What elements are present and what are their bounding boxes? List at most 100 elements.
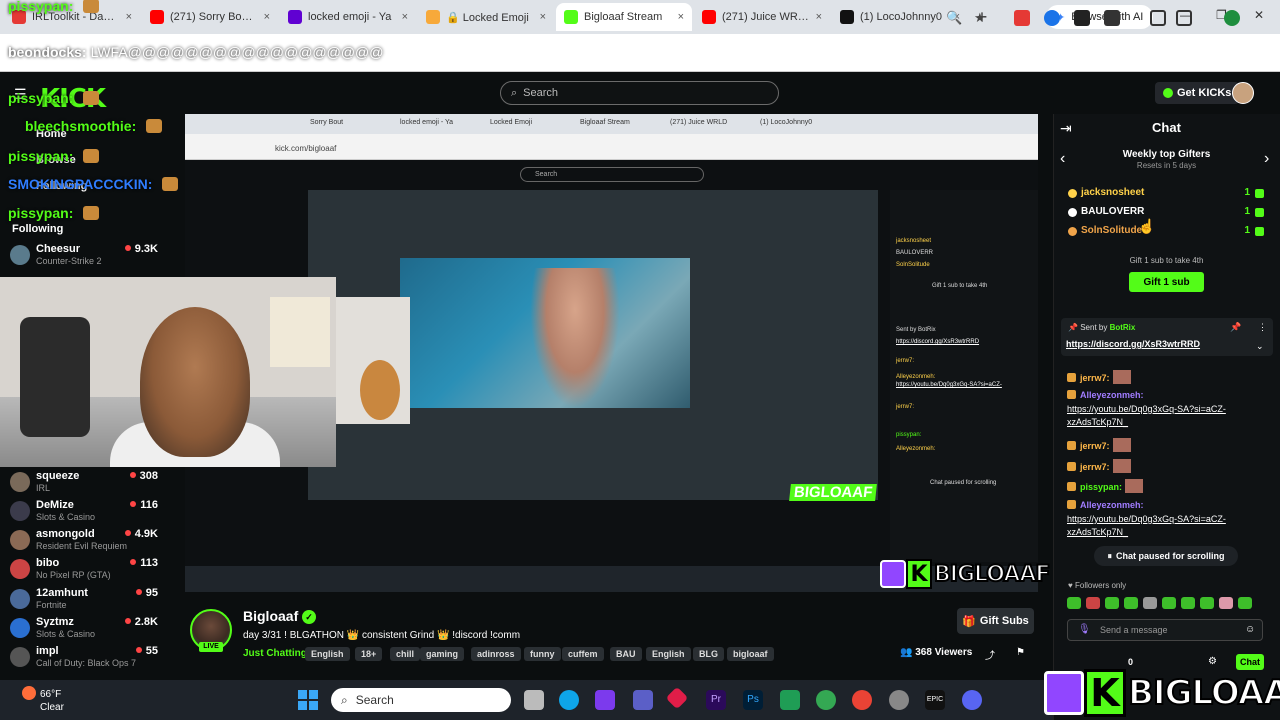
sidebar-channel[interactable]: impl Call of Duty: Black Ops 7 55 [10,645,160,675]
file-app-icon[interactable] [524,690,544,710]
emote-icon[interactable] [1105,597,1119,609]
emote-icon[interactable] [1086,597,1100,609]
bookmark-star-icon[interactable]: ★ [974,10,990,26]
chrome-icon[interactable] [852,690,872,710]
gift-subs-button[interactable]: 🎁 Gift Subs [957,608,1034,634]
stream-tag[interactable]: 18+ [355,647,383,661]
stream-tag[interactable]: adinross [471,647,521,661]
stream-tag[interactable]: funny [524,647,561,661]
search-input[interactable]: ⌕ Search [500,81,779,105]
browse-with-ai-button[interactable]: ✦ Browse with AI [1046,5,1154,29]
extension-icon[interactable] [1044,10,1060,26]
download-icon[interactable] [1176,10,1192,26]
zoom-icon[interactable]: 🔍 [946,10,962,26]
extensions-puzzle-icon[interactable] [1104,10,1120,26]
get-kicks-button[interactable]: Get KICKs [1155,82,1240,104]
chat-link[interactable]: https://youtu.be/Dq0g3xGq-SA?si=aCZ- [1067,404,1226,414]
teams-icon[interactable] [633,690,653,710]
close-tab-icon[interactable]: × [816,11,822,23]
stream-tag[interactable]: BAU [610,647,642,661]
gifter-row[interactable]: jacksnosheet 1 [1068,187,1268,203]
browser-tab[interactable]: (271) Sorry Bout T × [142,3,278,31]
emote-icon[interactable] [1162,597,1176,609]
chat-link[interactable]: xzAdsTcKp7N_ [1067,527,1128,537]
emoji-picker-icon[interactable]: ☺ [1245,624,1255,635]
stream-tag[interactable]: cuffem [562,647,604,661]
extension-icon[interactable] [1014,10,1030,26]
copilot-icon[interactable] [595,690,615,710]
sidebar-channel[interactable]: asmongold Resident Evil Requiem 4.9K [10,528,160,558]
extension-icon[interactable] [1074,10,1090,26]
chat-link[interactable]: xzAdsTcKp7N_ [1067,417,1128,427]
photoshop-icon[interactable]: Ps [743,690,763,710]
pinned-bot-name[interactable]: BotRix [1110,323,1136,332]
sidebar-channel[interactable]: Syztmz Slots & Casino 2.8K [10,616,160,646]
sidebar-channel[interactable]: Cheesur Counter-Strike 2 9.3K [10,243,160,273]
close-tab-icon[interactable]: × [540,11,546,23]
emote-icon[interactable] [1067,597,1081,609]
premiere-icon[interactable]: Pr [706,690,726,710]
profile-avatar[interactable] [1224,10,1240,26]
close-tab-icon[interactable]: × [126,11,132,23]
gifter-row[interactable]: BAULOVERR 1 [1068,206,1268,222]
clock-icon[interactable] [889,690,909,710]
report-icon[interactable]: ⚑ [1016,647,1025,658]
chevron-down-icon[interactable]: ⌄ [1256,341,1264,352]
sidebar-channel[interactable]: squeeze IRL 308 [10,470,160,500]
epic-games-icon[interactable]: EPIC [925,690,945,710]
overlay-chat-line: beondocks: LWFA@@@@@@@@@@@@@@@@@@ [8,44,383,60]
chat-paused-banner[interactable]: ⏸ Chat paused for scrolling [1094,546,1238,566]
share-icon[interactable]: ⤴ [985,647,995,662]
windows-start-button[interactable] [298,690,318,710]
stream-tag[interactable]: chill [390,647,421,661]
sidebar-panel-icon[interactable] [1150,10,1166,26]
browser-tab[interactable]: 🔒 Locked Emoji × [418,3,554,31]
emote-icon[interactable] [1181,597,1195,609]
stream-tag[interactable]: English [646,647,691,661]
stream-tag[interactable]: gaming [420,647,465,661]
chat-link[interactable]: https://youtu.be/Dq0g3xGq-SA?si=aCZ- [1067,514,1226,524]
close-window-button[interactable]: ✕ [1254,8,1264,22]
chat-message-input[interactable]: Send a message [1067,619,1263,641]
edge-icon[interactable] [559,690,579,710]
chat-username[interactable]: jerrw7: [1080,441,1110,451]
discord-icon[interactable] [962,690,982,710]
unpin-icon[interactable]: 📌 [1230,322,1241,333]
sidebar-channel[interactable]: bibo No Pixel RP (GTA) 113 [10,557,160,587]
gift-1-sub-button[interactable]: Gift 1 sub [1129,272,1204,292]
emote-icon[interactable] [1143,597,1157,609]
chat-username[interactable]: Alleyezonmeh: [1080,500,1144,510]
weather-widget[interactable]: 66°F Clear [22,686,64,714]
channel-name: asmongold [36,528,95,540]
close-tab-icon[interactable]: × [402,11,408,23]
browser-tab[interactable]: (271) Juice WRLD × [694,3,830,31]
chrome-icon[interactable] [816,690,836,710]
gifter-row[interactable]: SolnSolitude 1 [1068,225,1268,241]
emote-icon[interactable] [1200,597,1214,609]
sidebar-channel[interactable]: DeMize Slots & Casino 116 [10,499,160,529]
stream-category[interactable]: Just Chatting [243,648,307,659]
gear-icon[interactable]: ⚙ [1208,656,1217,667]
chat-username[interactable]: Alleyezonmeh: [1080,390,1144,400]
pinned-link[interactable]: https://discord.gg/XsR3wtrRRD [1066,339,1200,349]
chat-username[interactable]: jerrw7: [1080,373,1110,383]
streamer-name[interactable]: Bigloaaf [243,608,298,624]
microphone-icon[interactable]: 🎙 [1078,624,1091,635]
close-tab-icon[interactable]: × [264,11,270,23]
user-avatar[interactable] [1232,82,1254,104]
stream-tag[interactable]: English [305,647,350,661]
emote-icon[interactable] [1238,597,1252,609]
stream-tag[interactable]: bigloaaf [727,647,774,661]
taskbar-search[interactable]: ⌕ Search [331,688,511,712]
chat-username[interactable]: pissypan: [1080,482,1122,492]
emote-icon[interactable] [1124,597,1138,609]
browser-tab[interactable]: Bigloaaf Stream × [556,3,692,31]
stream-tag[interactable]: BLG [693,647,724,661]
close-tab-icon[interactable]: × [678,11,684,23]
browser-tab[interactable]: locked emoji - Ya × [280,3,416,31]
app-icon[interactable] [780,690,800,710]
emote-icon[interactable] [1219,597,1233,609]
sidebar-channel[interactable]: 12amhunt Fortnite 95 [10,587,160,617]
chat-username[interactable]: jerrw7: [1080,462,1110,472]
more-options-icon[interactable]: ⋮ [1258,322,1267,333]
